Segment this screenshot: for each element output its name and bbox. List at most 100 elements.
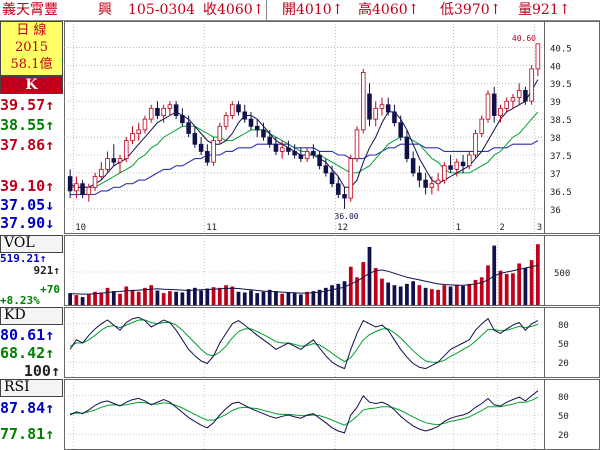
- candle-body: [373, 107, 378, 120]
- volume-bar: [68, 293, 72, 305]
- volume-bar: [267, 289, 272, 305]
- candle-body: [516, 90, 522, 98]
- rsi-short-value: 87.84↑: [0, 399, 55, 417]
- candle-body: [80, 183, 85, 195]
- candle-body: [186, 122, 191, 134]
- candle-body: [286, 147, 291, 152]
- volume-bar: [80, 297, 85, 305]
- volume-bar: [186, 289, 191, 305]
- vol-panel-header: VOL: [0, 235, 63, 253]
- market-cap: 58.1億: [10, 57, 53, 72]
- candle-body: [410, 158, 416, 174]
- candle-body: [261, 129, 266, 138]
- candle-body: [385, 104, 391, 113]
- volume-bar: [111, 291, 116, 305]
- price-tick-label: 39.5: [550, 80, 572, 90]
- candle-body: [448, 165, 453, 170]
- candle-body: [99, 168, 104, 177]
- candle-body: [273, 143, 279, 152]
- volume-bar: [74, 295, 79, 305]
- price-tick-label: 39: [550, 98, 561, 108]
- volume-bar: [249, 290, 253, 305]
- price-tick-label: 36.5: [550, 188, 572, 198]
- chart-area: 3636.53737.53838.53939.54040.510 11 12 1 2 34…: [64, 21, 600, 450]
- candle-body: [348, 158, 354, 199]
- candle-body: [304, 151, 310, 159]
- k-ma-value-1: 39.57↑: [0, 96, 55, 114]
- candle-body: [429, 183, 435, 188]
- candle-body: [92, 176, 98, 188]
- info-box: 日 線 2015 58.1億: [0, 21, 63, 76]
- k-label: K: [25, 77, 38, 93]
- volume-bar: [380, 278, 384, 305]
- volume-bar: [511, 273, 515, 305]
- kd-panel-frame: [64, 307, 600, 378]
- volume-bar: [479, 277, 484, 305]
- candle-body: [67, 176, 73, 192]
- candle-body: [311, 151, 316, 156]
- rsi-tick-label: 50: [558, 412, 569, 422]
- candle-body: [454, 161, 460, 170]
- vol-change-pct: +8.23%: [0, 294, 40, 307]
- k-ma-value-2: 38.55↑: [0, 116, 55, 134]
- candle-body: [404, 136, 410, 159]
- candle-body: [323, 165, 329, 174]
- candle-body: [74, 183, 79, 192]
- high-price: 高4060↑: [358, 2, 420, 18]
- candle-body: [223, 115, 229, 127]
- vol-today-value: 921↑: [33, 264, 61, 277]
- volume-bar: [523, 268, 528, 305]
- candle-body: [292, 151, 297, 156]
- k-ma-value-6: 37.90↓: [0, 214, 55, 232]
- stock-tag: 興: [98, 2, 112, 18]
- volume-bar: [143, 287, 147, 305]
- candle-body: [498, 107, 503, 116]
- volume-bar: [161, 293, 166, 305]
- month-tick-label: 3: [537, 223, 542, 233]
- volume-bar: [411, 281, 416, 305]
- rsi-panel-header: RSI: [0, 379, 63, 397]
- candle-body: [198, 143, 204, 152]
- price-tick-label: 36: [550, 206, 561, 216]
- candle-body: [379, 104, 385, 109]
- price-tick-label: 38: [550, 134, 561, 144]
- open-price: 開4010↑: [282, 2, 344, 18]
- volume-bar: [504, 273, 509, 305]
- volume-bar: [199, 290, 203, 305]
- month-tick-label: 1: [456, 223, 461, 233]
- volume-bar: [336, 283, 341, 305]
- month-tick-label: 10: [75, 223, 86, 233]
- volume-bar: [330, 285, 334, 305]
- price-tick-label: 38.5: [550, 116, 572, 126]
- volume-bar: [99, 292, 104, 305]
- candle-body: [485, 93, 491, 120]
- k-ma-value-5: 37.05↓: [0, 196, 55, 214]
- candle-body: [329, 172, 335, 185]
- kd-tick-label: 50: [558, 340, 569, 350]
- candle-body: [180, 115, 185, 124]
- candle-body: [354, 129, 360, 159]
- chart-period-label: 日 線: [16, 23, 47, 38]
- quote-header: 義天霄豐 興 105-0304 收4060↑ 開4010↑ 高4060↑ 低39…: [0, 0, 600, 21]
- candle-body: [473, 133, 478, 156]
- low-price: 低3970↑: [440, 2, 502, 18]
- kd-label: KD: [4, 307, 26, 323]
- candle-body: [460, 161, 466, 167]
- candle-body: [417, 172, 422, 181]
- candle-body: [317, 154, 322, 167]
- rsi-tick-label: 20: [558, 431, 569, 441]
- kd-k-value: 80.61↑: [0, 326, 55, 344]
- volume-bar: [467, 283, 472, 305]
- candle-body: [242, 111, 248, 120]
- candle-body: [148, 107, 154, 120]
- volume-bar: [118, 293, 122, 305]
- candle-body: [123, 140, 129, 159]
- candle-body: [205, 151, 210, 163]
- rsi-panel-frame: [64, 379, 600, 450]
- volume-bar: [423, 287, 428, 305]
- kd-tick-label: 20: [558, 359, 569, 369]
- candle-body: [173, 104, 179, 116]
- volume-bar: [367, 246, 372, 305]
- candle-body: [267, 136, 272, 145]
- price-tick-label: 40.5: [550, 44, 572, 54]
